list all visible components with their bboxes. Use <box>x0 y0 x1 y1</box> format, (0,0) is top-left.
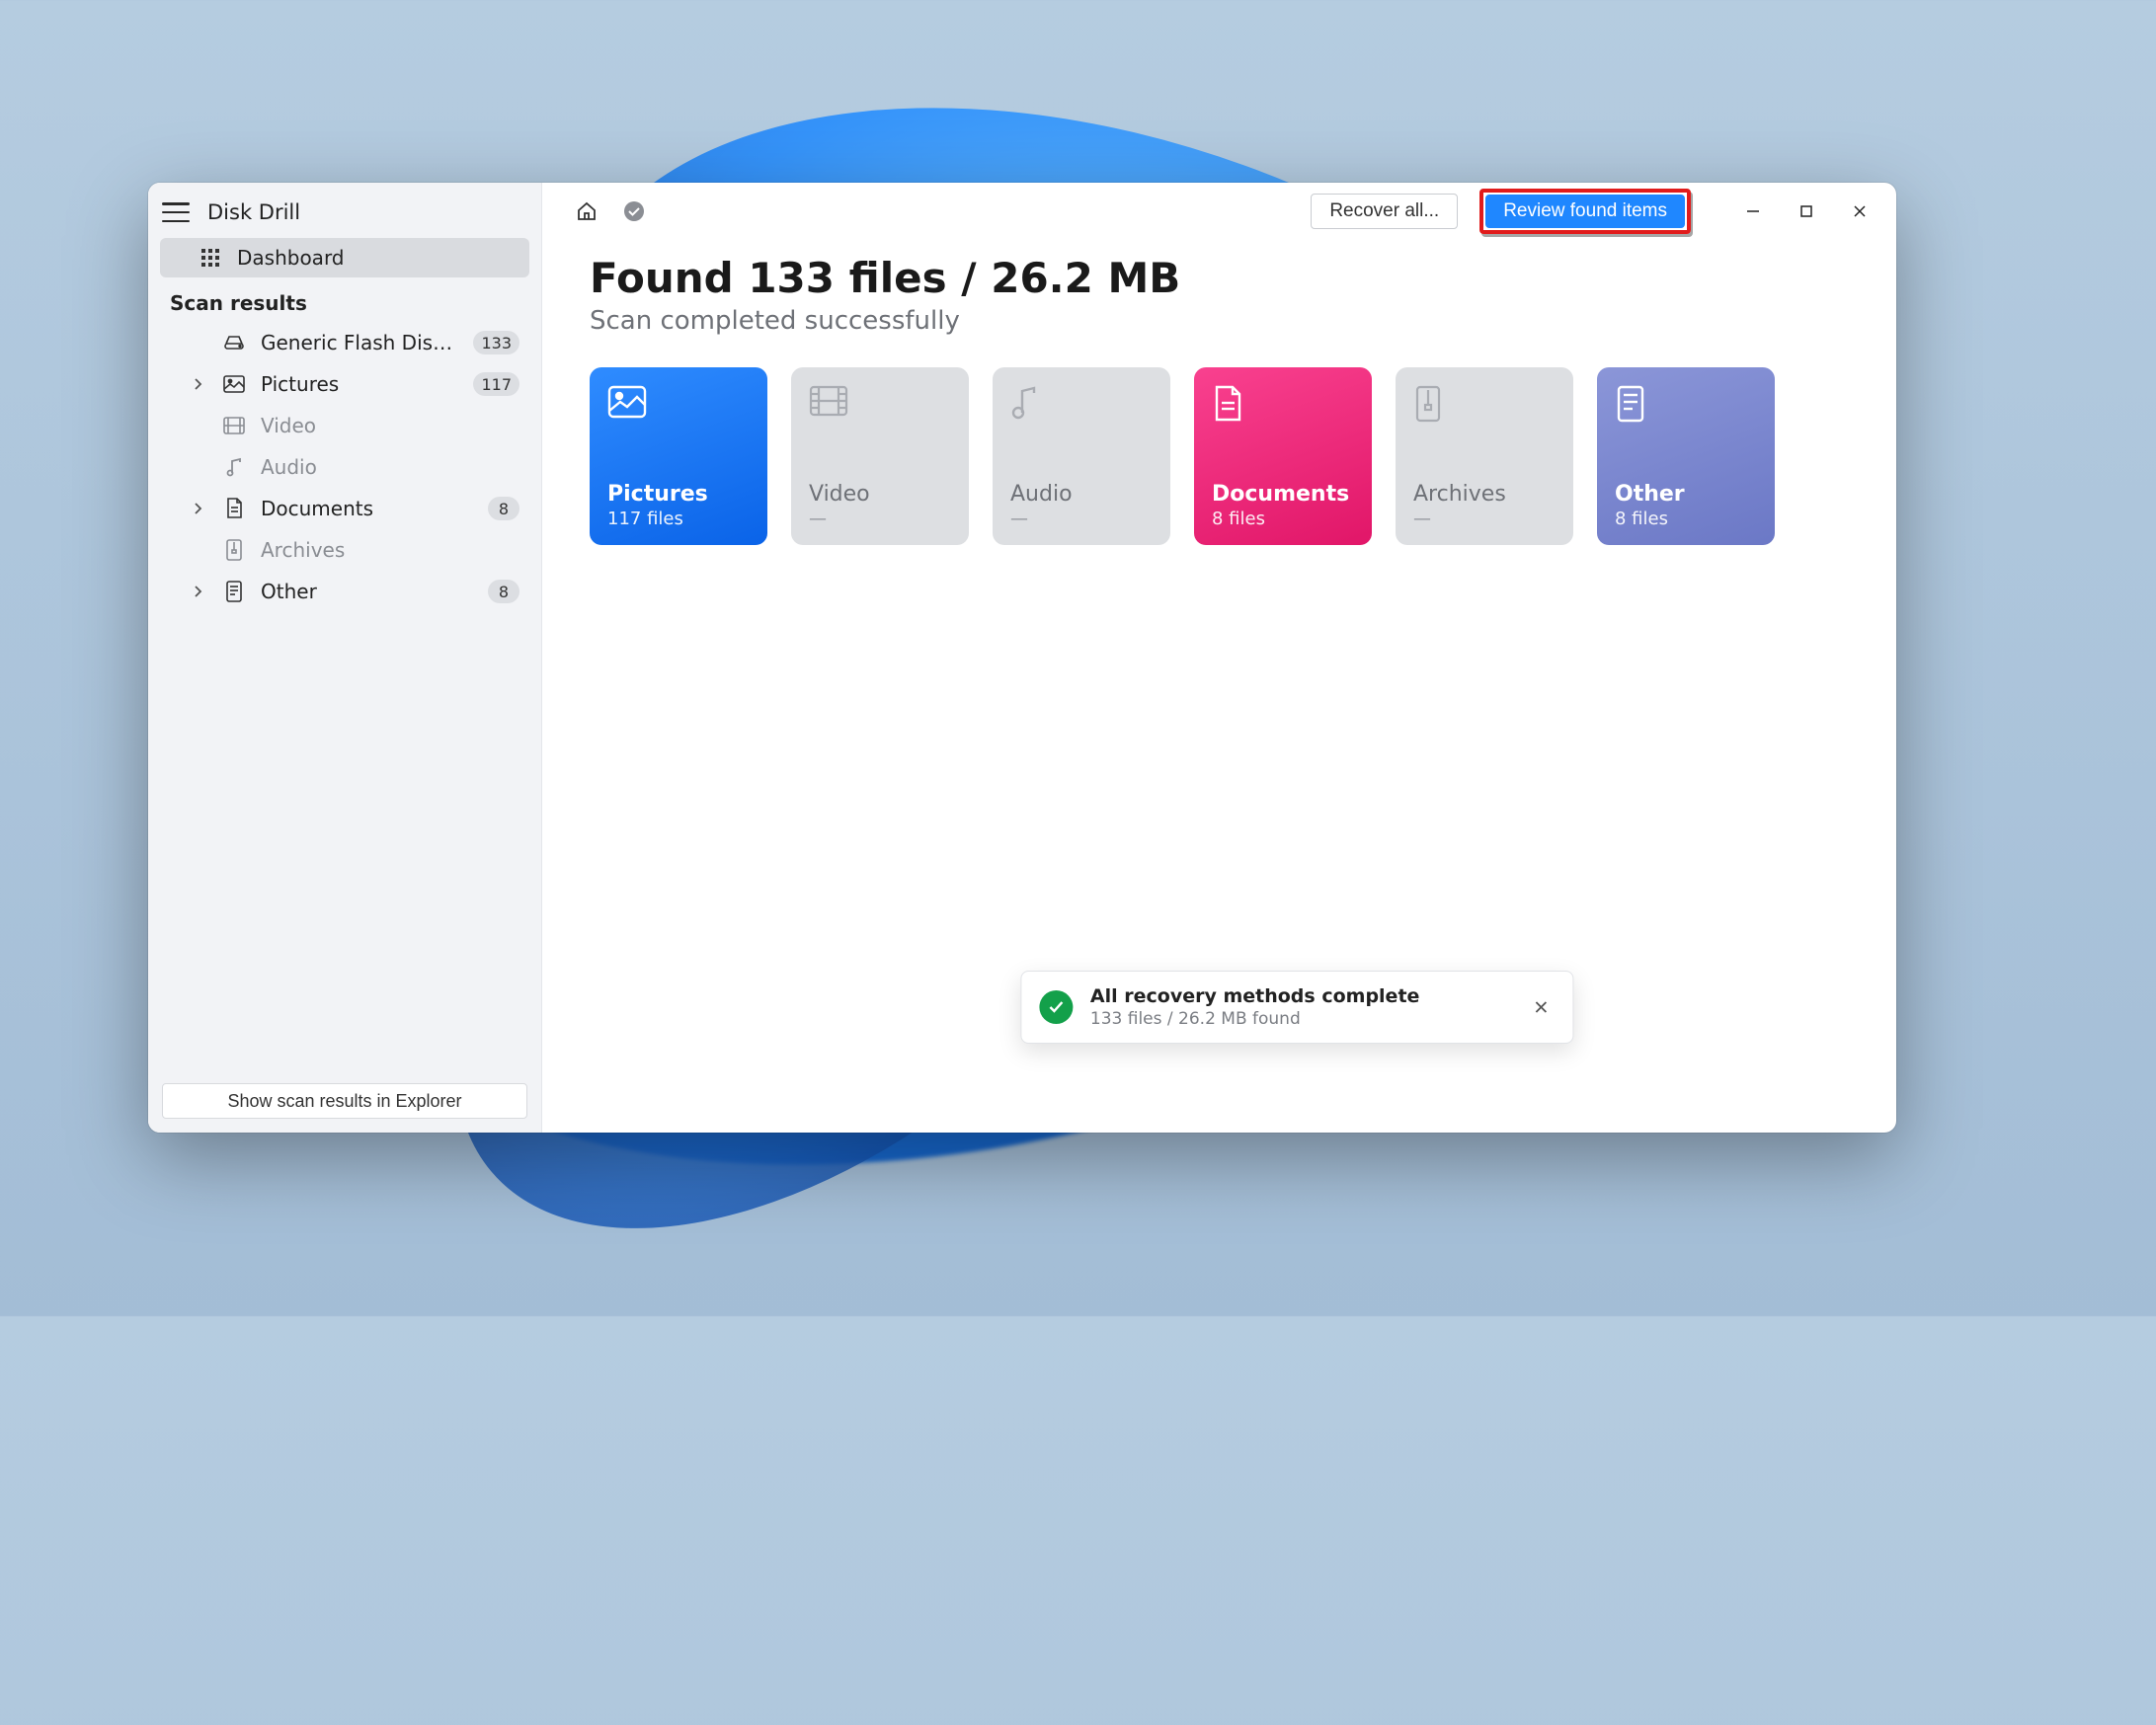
main-area: Recover all... Review found items Found … <box>542 183 1896 1133</box>
card-video[interactable]: Video <box>791 367 969 545</box>
window-controls <box>1726 191 1886 232</box>
card-title: Audio <box>1010 482 1153 507</box>
card-sub <box>809 509 951 529</box>
review-highlight: Review found items <box>1479 189 1691 234</box>
sidebar-header: Disk Drill <box>148 183 541 238</box>
content: Found 133 files / 26.2 MB Scan completed… <box>542 234 1896 565</box>
summary-headline: Found 133 files / 26.2 MB <box>590 254 1849 302</box>
card-title: Documents <box>1212 482 1354 507</box>
app-title: Disk Drill <box>207 200 300 224</box>
toast-title: All recovery methods complete <box>1090 985 1509 1007</box>
completion-toast: All recovery methods complete 133 files … <box>1020 971 1573 1044</box>
hamburger-icon[interactable] <box>162 202 190 222</box>
count-badge: 8 <box>488 497 519 520</box>
check-icon <box>1039 990 1073 1024</box>
nav-list: Dashboard <box>148 238 541 279</box>
nav-label: Dashboard <box>237 246 519 270</box>
summary-subhead: Scan completed successfully <box>590 306 1849 336</box>
sidebar-item-label: Archives <box>261 538 519 562</box>
picture-icon <box>607 385 643 421</box>
sidebar-item-label: Documents <box>261 497 476 520</box>
sidebar-item-label: Generic Flash Disk USB... <box>261 331 461 354</box>
check-circle-icon[interactable] <box>617 195 651 228</box>
section-scan-results: Scan results <box>148 279 541 323</box>
sidebar-item-documents[interactable]: Documents 8 <box>160 489 529 528</box>
sidebar-item-archives[interactable]: Archives <box>160 530 529 570</box>
show-in-explorer-button[interactable]: Show scan results in Explorer <box>162 1083 527 1119</box>
scan-results-list: Generic Flash Disk USB... 133 Pictures 1… <box>148 323 541 613</box>
video-icon <box>809 385 844 421</box>
chevron-right-icon <box>188 586 207 597</box>
card-title: Pictures <box>607 482 750 507</box>
card-title: Video <box>809 482 951 507</box>
chevron-right-icon <box>188 503 207 514</box>
sidebar-item-audio[interactable]: Audio <box>160 447 529 487</box>
topbar: Recover all... Review found items <box>542 183 1896 234</box>
sidebar-item-label: Other <box>261 580 476 603</box>
nav-dashboard[interactable]: Dashboard <box>160 238 529 277</box>
audio-icon <box>1010 385 1046 421</box>
count-badge: 8 <box>488 580 519 603</box>
sidebar-footer: Show scan results in Explorer <box>148 1073 541 1133</box>
card-sub <box>1413 509 1556 529</box>
picture-icon <box>219 375 249 393</box>
sidebar-item-label: Pictures <box>261 372 461 396</box>
document-icon <box>1212 385 1247 421</box>
card-audio[interactable]: Audio <box>993 367 1170 545</box>
card-sub: 8 files <box>1615 509 1757 529</box>
sidebar-item-other[interactable]: Other 8 <box>160 572 529 611</box>
minimize-button[interactable] <box>1726 191 1780 232</box>
card-sub: 8 files <box>1212 509 1354 529</box>
card-title: Other <box>1615 482 1757 507</box>
card-pictures[interactable]: Pictures 117 files <box>590 367 767 545</box>
drive-icon <box>219 335 249 351</box>
sidebar-item-pictures[interactable]: Pictures 117 <box>160 364 529 404</box>
card-archives[interactable]: Archives <box>1396 367 1573 545</box>
sidebar: Disk Drill Dashboard Scan results Generi… <box>148 183 542 1133</box>
video-icon <box>219 417 249 434</box>
chevron-right-icon <box>188 378 207 390</box>
toast-sub: 133 files / 26.2 MB found <box>1090 1009 1509 1029</box>
sidebar-item-video[interactable]: Video <box>160 406 529 445</box>
card-other[interactable]: Other 8 files <box>1597 367 1775 545</box>
other-icon <box>1615 385 1650 421</box>
sidebar-item-drive[interactable]: Generic Flash Disk USB... 133 <box>160 323 529 362</box>
recover-all-button[interactable]: Recover all... <box>1311 194 1458 229</box>
grid-icon <box>196 248 225 268</box>
archive-icon <box>219 539 249 561</box>
archive-icon <box>1413 385 1449 421</box>
card-sub: 117 files <box>607 509 750 529</box>
sidebar-item-label: Audio <box>261 455 519 479</box>
maximize-button[interactable] <box>1780 191 1833 232</box>
close-button[interactable] <box>1833 191 1886 232</box>
audio-icon <box>219 457 249 477</box>
count-badge: 133 <box>473 331 519 354</box>
count-badge: 117 <box>473 372 519 396</box>
card-title: Archives <box>1413 482 1556 507</box>
category-cards: Pictures 117 files Video Audio <box>590 367 1849 545</box>
close-icon[interactable] <box>1527 993 1555 1021</box>
review-found-items-button[interactable]: Review found items <box>1485 195 1685 228</box>
document-icon <box>219 498 249 519</box>
sidebar-item-label: Video <box>261 414 519 437</box>
home-icon[interactable] <box>570 195 603 228</box>
card-documents[interactable]: Documents 8 files <box>1194 367 1372 545</box>
app-window: Disk Drill Dashboard Scan results Generi… <box>148 183 1896 1133</box>
card-sub <box>1010 509 1153 529</box>
other-icon <box>219 581 249 602</box>
